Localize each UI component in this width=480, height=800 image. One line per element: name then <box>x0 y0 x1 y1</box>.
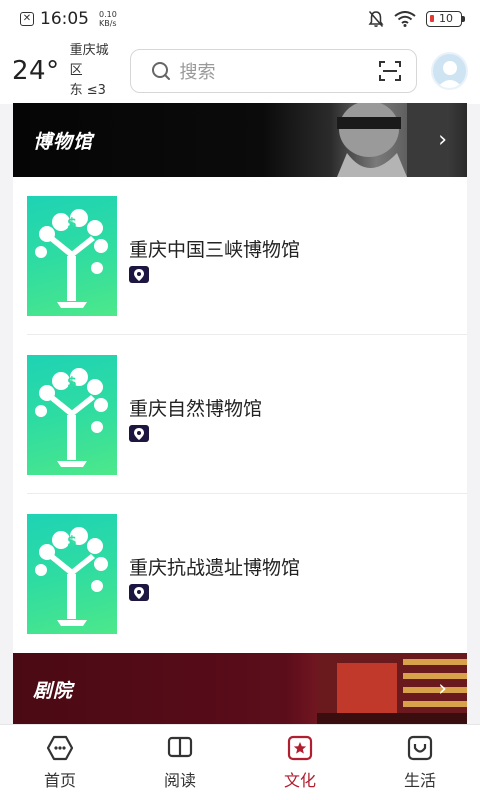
notification-x-icon: ✕ <box>20 12 34 26</box>
museum-name: 重庆抗战遗址博物馆 <box>129 557 301 579</box>
culture-star-icon <box>287 735 313 761</box>
list-item[interactable]: $ 重庆中国三峡博物馆 <box>13 177 467 335</box>
top-header: 24° 重庆城区 东 ≤3 搜索 <box>0 38 480 104</box>
museum-thumbnail: $ <box>27 355 117 475</box>
list-item[interactable]: $ 重庆自然博物馆 <box>13 336 467 494</box>
battery-level: 10 <box>439 12 453 25</box>
status-bar: ✕ 16:05 0.10 KB/s 10 <box>0 0 480 38</box>
search-bar[interactable]: 搜索 <box>130 49 417 93</box>
nav-item-culture[interactable]: 文化 <box>240 725 360 800</box>
nav-label-reading: 阅读 <box>163 771 196 790</box>
money-tree-icon: $ <box>35 368 108 467</box>
location-pin-icon <box>129 266 149 283</box>
life-icon <box>407 735 433 761</box>
chevron-right-icon: › <box>438 676 447 702</box>
museum-section-title: 博物馆 <box>33 130 94 153</box>
wifi-icon <box>394 11 416 27</box>
museum-thumbnail: $ <box>27 514 117 634</box>
temperature[interactable]: 24° <box>12 56 60 86</box>
weather-info[interactable]: 重庆城区 东 ≤3 <box>70 41 121 101</box>
museum-name: 重庆自然博物馆 <box>129 398 263 420</box>
nav-label-home: 首页 <box>43 771 76 790</box>
nav-item-life[interactable]: 生活 <box>360 725 480 800</box>
bell-off-icon <box>368 11 384 27</box>
weather-wind: 东 ≤3 <box>69 83 106 98</box>
money-tree-icon: $ <box>35 209 108 308</box>
battery-icon: 10 <box>426 11 465 27</box>
avatar[interactable] <box>430 52 468 90</box>
museum-thumbnail: $ <box>27 196 117 316</box>
scan-icon[interactable] <box>378 60 402 82</box>
search-input[interactable]: 搜索 <box>179 58 377 84</box>
nav-label-life: 生活 <box>403 771 436 790</box>
network-speed-value: 0.10 <box>99 10 117 19</box>
nav-label-culture: 文化 <box>283 771 316 790</box>
location-pin-icon <box>129 584 149 601</box>
nav-item-reading[interactable]: 阅读 <box>120 725 240 800</box>
svg-text:$: $ <box>67 534 77 550</box>
status-time: 16:05 <box>40 9 89 29</box>
nav-item-home[interactable]: 首页 <box>0 725 120 800</box>
home-icon <box>46 735 74 761</box>
search-icon <box>152 62 171 80</box>
statue-image <box>337 103 447 177</box>
svg-text:$: $ <box>67 216 77 232</box>
weather-location: 重庆城区 <box>69 43 109 78</box>
money-tree-icon: $ <box>35 527 108 626</box>
bottom-nav: 首页 阅读 文化 生活 <box>0 724 480 800</box>
book-icon <box>167 736 193 758</box>
network-speed-unit: KB/s <box>99 19 117 28</box>
location-pin-icon <box>129 425 149 442</box>
network-speed: 0.10 KB/s <box>99 10 117 28</box>
divider <box>27 493 467 494</box>
chevron-right-icon: › <box>438 127 447 153</box>
museum-section-banner[interactable]: 博物馆 › <box>13 103 467 177</box>
theater-section-banner[interactable]: 剧院 › <box>13 653 467 725</box>
user-avatar-icon <box>436 61 463 88</box>
theater-section-title: 剧院 <box>33 679 74 702</box>
divider <box>27 334 467 335</box>
museum-name: 重庆中国三峡博物馆 <box>129 239 301 261</box>
list-item[interactable]: $ 重庆抗战遗址博物馆 <box>13 495 467 653</box>
svg-text:$: $ <box>67 375 77 391</box>
app-page: ✕ 16:05 0.10 KB/s 10 24° 重庆城区 东 ≤3 搜索 博物… <box>0 0 480 800</box>
museum-list: $ 重庆中国三峡博物馆 $ 重庆自然博物馆 $ 重庆抗战遗址博物馆 <box>13 177 467 653</box>
